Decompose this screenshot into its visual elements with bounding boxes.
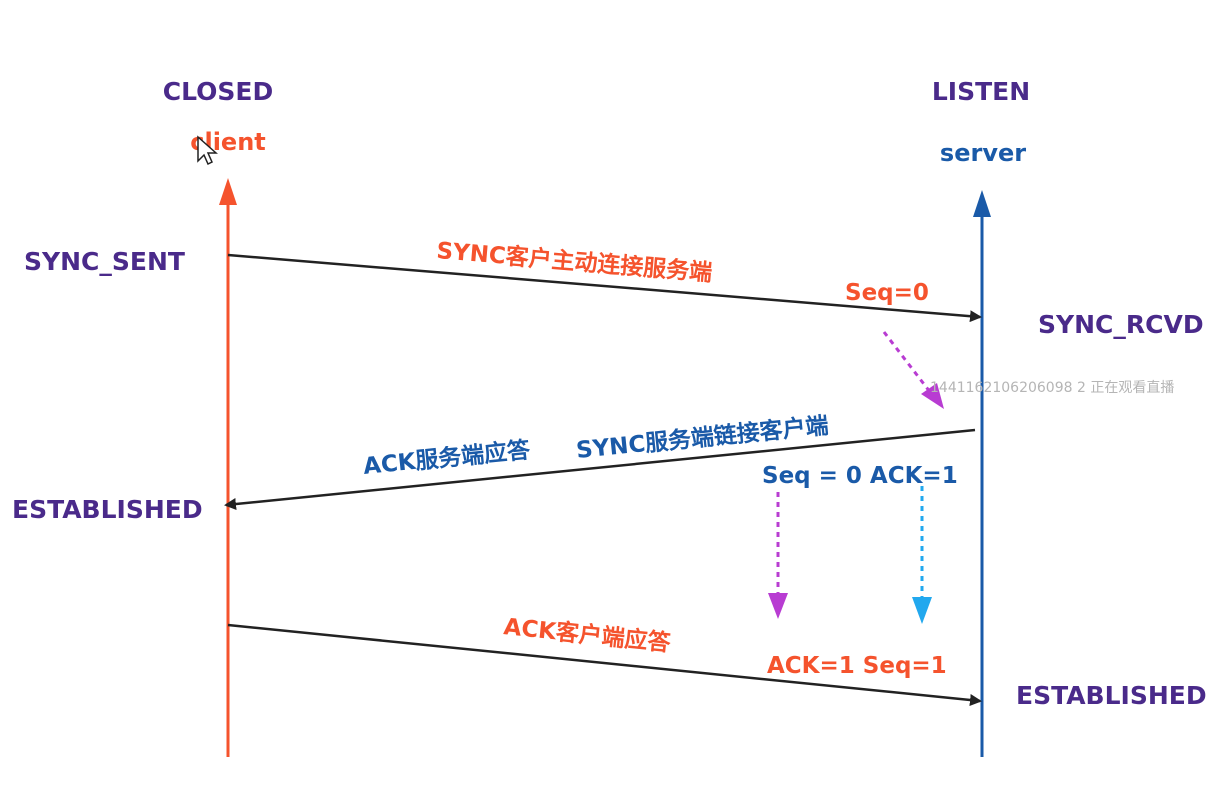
server-arrowhead-icon <box>973 190 991 217</box>
server-lifeline <box>973 190 991 757</box>
syn-ack-ack-label: ACK服务端应答 <box>362 436 532 480</box>
client-arrowhead-icon <box>219 178 237 205</box>
magenta-dashed-arrow-diagonal <box>882 331 944 409</box>
syn-ack-seq-ack-label: Seq = 0 ACK=1 <box>762 463 958 489</box>
diagram-canvas: CLOSED client LISTEN server SYNC_SENT ES… <box>12 77 1207 757</box>
syn-seq-label: Seq=0 <box>845 280 929 306</box>
server-state-listen: LISTEN <box>932 77 1030 106</box>
syn-label: SYNC客户主动连接服务端 <box>436 237 714 287</box>
magenta-dashed-arrow-down <box>768 492 788 619</box>
watermark-text: 1441162106206098 2 正在观看直播 <box>930 379 1174 396</box>
client-lifeline <box>219 178 237 757</box>
client-state-sync-sent: SYNC_SENT <box>24 247 185 276</box>
client-state-closed: CLOSED <box>163 77 273 106</box>
server-name: server <box>940 139 1026 167</box>
cyan-dashed-arrow-down <box>912 486 932 624</box>
cyan-arrowhead-icon <box>912 597 932 624</box>
ack-seq-label: ACK=1 Seq=1 <box>767 653 947 679</box>
server-state-established: ESTABLISHED <box>1016 681 1207 710</box>
client-state-established: ESTABLISHED <box>12 495 203 524</box>
magenta-arrowhead-icon <box>768 593 788 619</box>
tcp-handshake-diagram: CLOSED client LISTEN server SYNC_SENT ES… <box>0 0 1228 799</box>
ack-label: ACK客户端应答 <box>502 613 672 657</box>
server-state-sync-rcvd: SYNC_RCVD <box>1038 310 1204 339</box>
